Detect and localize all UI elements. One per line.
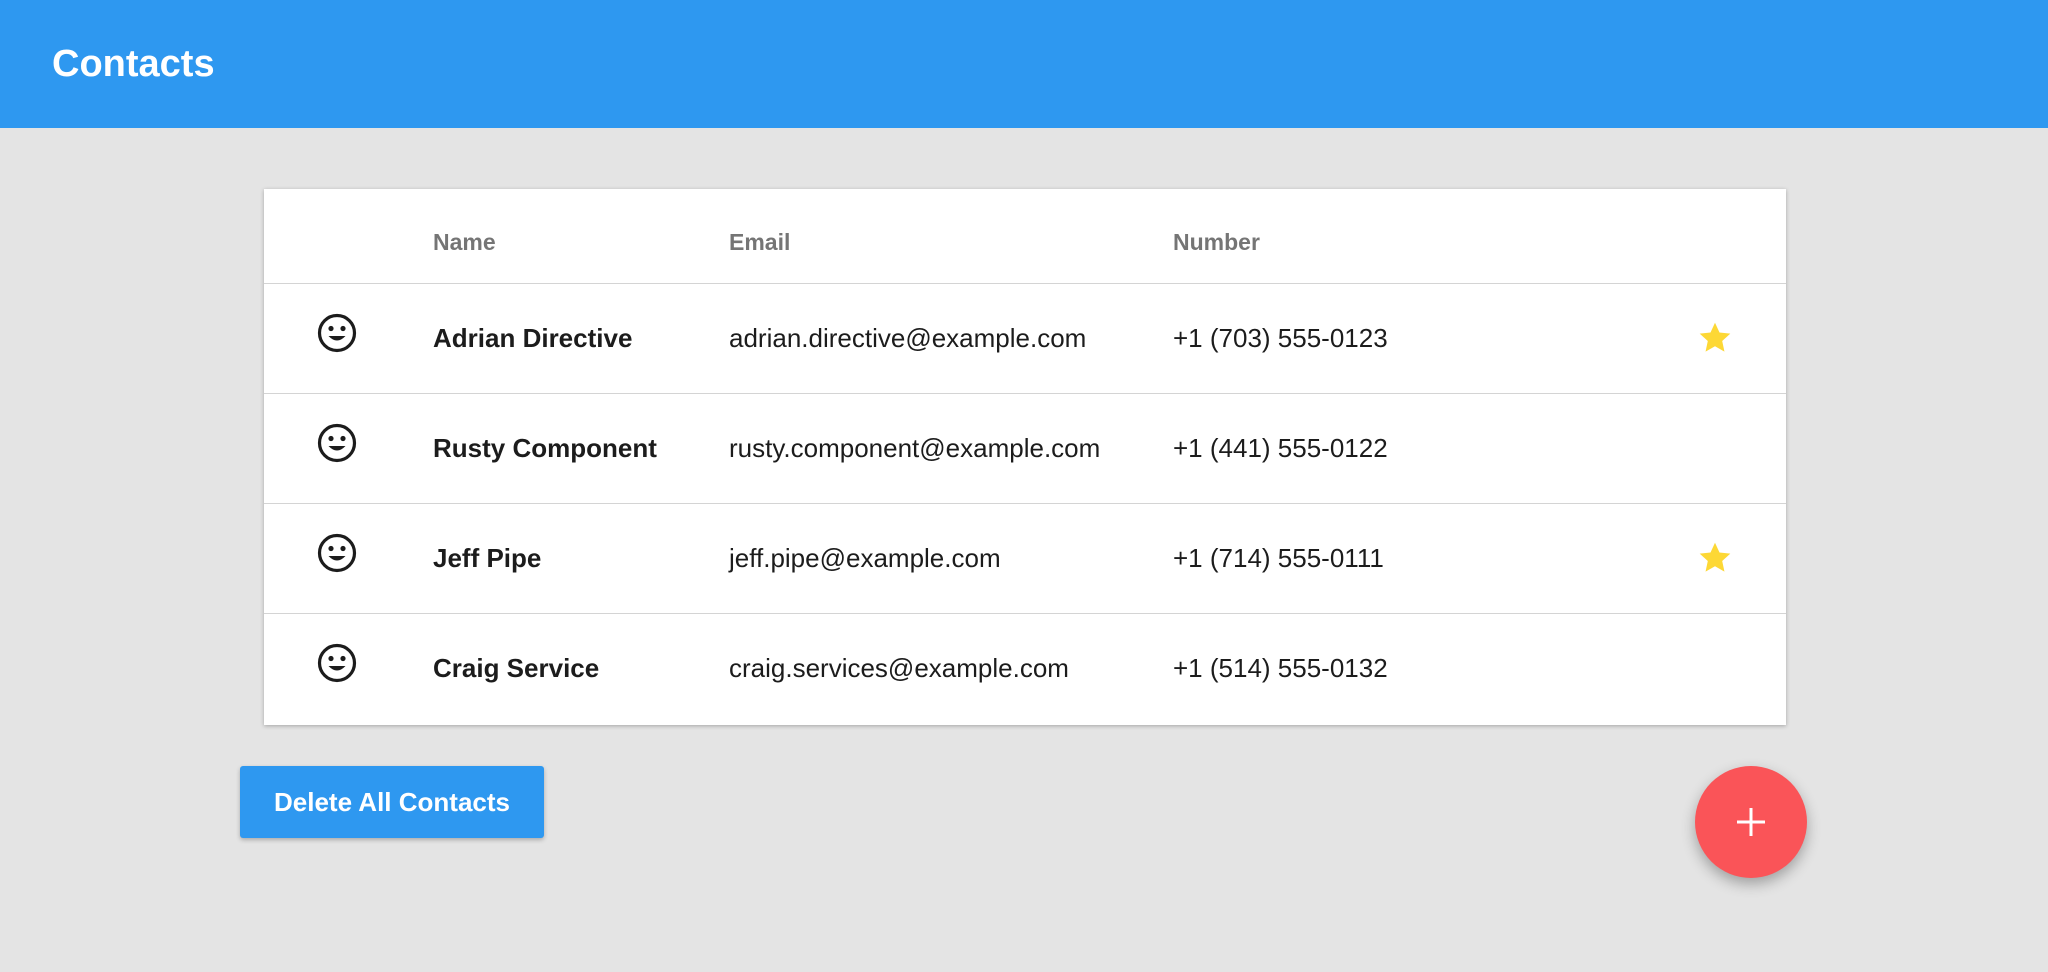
column-header-name: Name [433,229,496,255]
table-header: Name Email Number [264,189,1786,284]
contact-name: Craig Service [433,653,600,683]
plus-icon [1737,808,1765,836]
contact-email: adrian.directive@example.com [729,323,1087,353]
star-icon[interactable] [1697,320,1733,356]
contact-name: Adrian Directive [433,323,633,353]
contact-email: jeff.pipe@example.com [729,543,1001,573]
contact-name: Jeff Pipe [433,543,542,573]
contact-number: +1 (441) 555-0122 [1173,433,1388,463]
contact-email: rusty.component@example.com [729,433,1101,463]
table-row[interactable]: Jeff Pipe jeff.pipe@example.com +1 (714)… [264,504,1786,614]
app-bar: Contacts [0,0,2048,128]
table-row[interactable]: Rusty Component rusty.component@example.… [264,394,1786,504]
smiley-face-icon [317,533,357,573]
contact-email: craig.services@example.com [729,653,1069,683]
delete-all-contacts-button[interactable]: Delete All Contacts [240,766,544,838]
column-header-email: Email [729,229,791,255]
contact-number: +1 (514) 555-0132 [1173,653,1388,683]
smiley-face-icon [317,313,357,353]
contact-number: +1 (714) 555-0111 [1173,543,1384,573]
table-row[interactable]: Craig Service craig.services@example.com… [264,614,1786,724]
page-title: Contacts [52,43,215,85]
column-header-number: Number [1173,229,1260,255]
table-row[interactable]: Adrian Directive adrian.directive@exampl… [264,284,1786,394]
contacts-table: Name Email Number Adrian Directive adria… [264,189,1786,725]
smiley-face-icon [317,423,357,463]
contact-number: +1 (703) 555-0123 [1173,323,1388,353]
star-icon[interactable] [1697,540,1733,576]
add-contact-button[interactable] [1695,766,1807,878]
contact-name: Rusty Component [433,433,657,463]
smiley-face-icon [317,643,357,683]
